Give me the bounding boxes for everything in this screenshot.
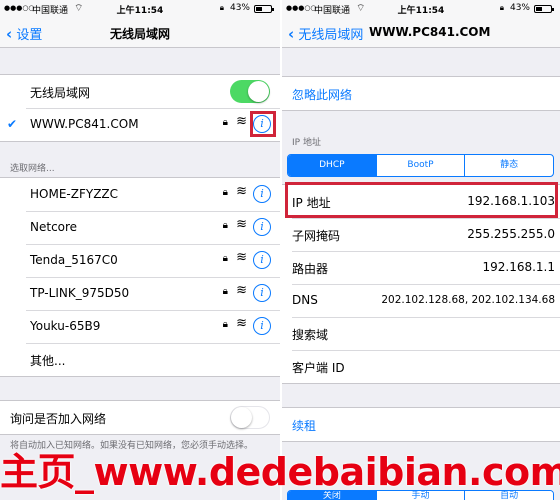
- info-icon[interactable]: i: [253, 317, 271, 335]
- renew-lease-row[interactable]: 续租: [282, 408, 560, 441]
- network-name: Netcore: [30, 220, 78, 234]
- info-icon[interactable]: i: [253, 185, 271, 203]
- ask-join-label: 询问是否加入网络: [10, 412, 107, 426]
- lock-icon: 🔒︎: [222, 319, 228, 330]
- router-row: 路由器 192.168.1.1: [282, 251, 560, 284]
- ask-join-group: 询问是否加入网络: [0, 400, 280, 435]
- ip-address-header: IP 地址: [292, 138, 321, 148]
- field-key: 搜索域: [292, 328, 329, 342]
- back-label: 无线局域网: [298, 28, 364, 43]
- lock-icon: 🔒︎: [222, 117, 228, 128]
- network-list: HOME-ZFYZZC 🔒︎ ≋ i Netcore 🔒︎ ≋ i Tenda_…: [0, 177, 280, 377]
- nav-bar: ‹ 无线局域网 WWW.PC841.COM: [282, 18, 560, 48]
- list-item[interactable]: TP-LINK_975D50 🔒︎ ≋ i: [0, 277, 280, 310]
- other-network-label: 其他...: [30, 354, 66, 368]
- network-name: Tenda_5167C0: [30, 253, 118, 267]
- status-bar: ●●●○○ 中国联通 ⌔ 上午11:54 🔒︎ 43%: [0, 0, 280, 18]
- wifi-toggle[interactable]: [230, 80, 270, 103]
- nav-bar: ‹ 设置 无线局域网: [0, 18, 280, 48]
- segment-static[interactable]: 静态: [464, 155, 553, 176]
- connected-network-name: WWW.PC841.COM: [30, 117, 139, 131]
- network-name: HOME-ZFYZZC: [30, 187, 119, 201]
- wifi-signal-icon: ≋: [236, 250, 247, 265]
- connected-network-row[interactable]: ✔ WWW.PC841.COM 🔒︎ ≋ i: [0, 108, 280, 141]
- toggle-knob: [231, 407, 252, 428]
- lock-icon: 🔒︎: [222, 220, 228, 231]
- forget-network-button[interactable]: 忽略此网络: [292, 86, 352, 103]
- search-domain-row[interactable]: 搜索域: [282, 317, 560, 350]
- network-detail-screen: ●●●○○ 中国联通 ⌔ 上午11:54 🔒︎ 43% ‹ 无线局域网 WWW.…: [282, 0, 560, 500]
- back-button[interactable]: ‹ 无线局域网: [288, 24, 363, 43]
- field-key: DNS: [292, 293, 318, 307]
- network-name: Youku-65B9: [30, 319, 101, 333]
- wifi-list-screen: ●●●○○ 中国联通 ⌔ 上午11:54 🔒︎ 43% ‹ 设置 无线局域网 无…: [0, 0, 280, 500]
- field-value: 192.168.1.1: [482, 260, 555, 274]
- battery-icon: [254, 5, 274, 13]
- page-title: 无线局域网: [109, 27, 170, 41]
- orientation-lock-icon: 🔒︎: [499, 3, 504, 12]
- wifi-signal-icon: ≋: [236, 184, 247, 199]
- page-title: WWW.PC841.COM: [369, 25, 491, 39]
- segment-dhcp[interactable]: DHCP: [288, 155, 376, 176]
- battery-percent: 43%: [229, 3, 250, 13]
- info-icon[interactable]: i: [253, 218, 271, 236]
- watermark-text: 主页_www.dedebaibian.com: [0, 450, 560, 494]
- battery-percent: 43%: [509, 3, 530, 13]
- list-item[interactable]: Youku-65B9 🔒︎ ≋ i: [0, 310, 280, 343]
- forget-network-row[interactable]: 忽略此网络: [282, 77, 560, 110]
- wifi-main-group: 无线局域网 ✔ WWW.PC841.COM 🔒︎ ≋ i: [0, 74, 280, 142]
- battery-icon: [534, 5, 554, 13]
- highlight-box: [285, 182, 558, 218]
- field-value: 255.255.255.0: [467, 227, 555, 241]
- dns-row[interactable]: DNS 202.102.128.68, 202.102.134.68: [282, 284, 560, 317]
- segment-bootp[interactable]: BootP: [375, 155, 465, 176]
- ask-join-row: 询问是否加入网络: [0, 401, 280, 434]
- wifi-signal-icon: ≋: [236, 316, 247, 331]
- ip-mode-segmented-control: DHCP BootP 静态: [287, 154, 554, 177]
- choose-network-header: 选取网络...: [10, 164, 55, 174]
- info-icon[interactable]: i: [253, 251, 271, 269]
- toggle-knob: [248, 81, 269, 102]
- renew-group: 续租: [282, 407, 560, 442]
- field-key: 客户端 ID: [292, 361, 345, 375]
- list-item[interactable]: HOME-ZFYZZC 🔒︎ ≋ i: [0, 178, 280, 211]
- highlight-box: [250, 111, 276, 137]
- checkmark-icon: ✔: [7, 117, 18, 131]
- field-value: 202.102.128.68, 202.102.134.68: [381, 294, 555, 306]
- wifi-toggle-row: 无线局域网: [0, 75, 280, 108]
- field-key: 子网掩码: [292, 229, 341, 243]
- info-icon[interactable]: i: [253, 284, 271, 302]
- renew-lease-button[interactable]: 续租: [292, 417, 316, 434]
- lock-icon: 🔒︎: [222, 253, 228, 264]
- wifi-toggle-label: 无线局域网: [30, 86, 91, 100]
- list-item[interactable]: Tenda_5167C0 🔒︎ ≋ i: [0, 244, 280, 277]
- orientation-lock-icon: 🔒︎: [219, 3, 224, 12]
- lock-icon: 🔒︎: [222, 286, 228, 297]
- wifi-signal-icon: ≋: [236, 217, 247, 232]
- wifi-signal-icon: ≋: [236, 283, 247, 298]
- field-key: 路由器: [292, 262, 329, 276]
- subnet-mask-row: 子网掩码 255.255.255.0: [282, 218, 560, 251]
- forget-group: 忽略此网络: [282, 76, 560, 111]
- status-bar: ●●●○○ 中国联通 ⌔ 上午11:54 🔒︎ 43%: [282, 0, 560, 18]
- network-name: TP-LINK_975D50: [30, 286, 130, 300]
- client-id-row[interactable]: 客户端 ID: [282, 350, 560, 383]
- lock-icon: 🔒︎: [222, 187, 228, 198]
- wifi-signal-icon: ≋: [236, 114, 247, 129]
- ask-join-toggle[interactable]: [230, 406, 270, 429]
- chevron-left-icon: ‹: [288, 25, 295, 43]
- other-network-row[interactable]: 其他...: [0, 343, 280, 376]
- list-item[interactable]: Netcore 🔒︎ ≋ i: [0, 211, 280, 244]
